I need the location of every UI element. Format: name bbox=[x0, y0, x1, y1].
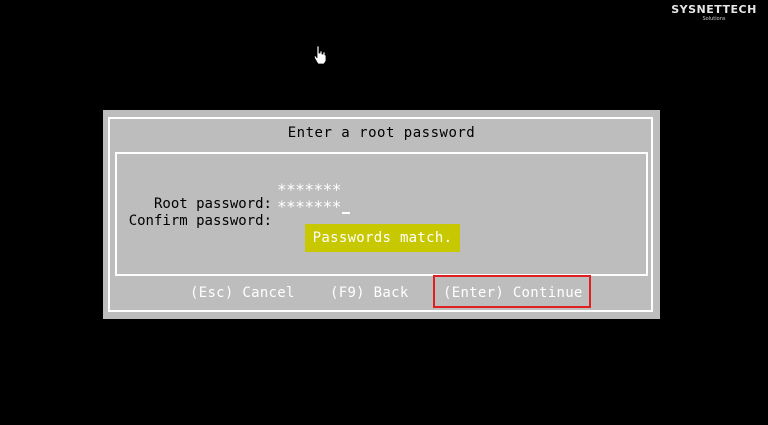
watermark-brand: SYSNETTECH bbox=[671, 3, 757, 16]
hand-pointer-icon bbox=[313, 45, 327, 65]
confirm-password-value: ******* bbox=[277, 197, 341, 216]
text-caret bbox=[341, 212, 350, 214]
root-password-row: Root password: bbox=[117, 180, 272, 212]
back-key[interactable]: (F9) Back bbox=[330, 285, 409, 301]
dialog-inner-frame: Root password: ******* Confirm password:… bbox=[115, 152, 648, 276]
dialog-title: Enter a root password bbox=[287, 125, 476, 141]
console-screen: SYSNETTECH Solutions Enter a root passwo… bbox=[0, 0, 768, 425]
confirm-password-row: Confirm password: bbox=[117, 197, 272, 229]
status-message: Passwords match. bbox=[305, 224, 460, 252]
confirm-password-input[interactable]: ******* bbox=[277, 197, 350, 216]
confirm-password-label: Confirm password: bbox=[128, 213, 272, 229]
watermark-logo: SYSNETTECH Solutions bbox=[664, 3, 764, 23]
continue-highlight bbox=[433, 275, 591, 308]
root-password-dialog: Enter a root password Root password: ***… bbox=[103, 110, 660, 319]
cancel-key[interactable]: (Esc) Cancel bbox=[190, 285, 295, 301]
watermark-sub: Solutions bbox=[702, 16, 726, 22]
